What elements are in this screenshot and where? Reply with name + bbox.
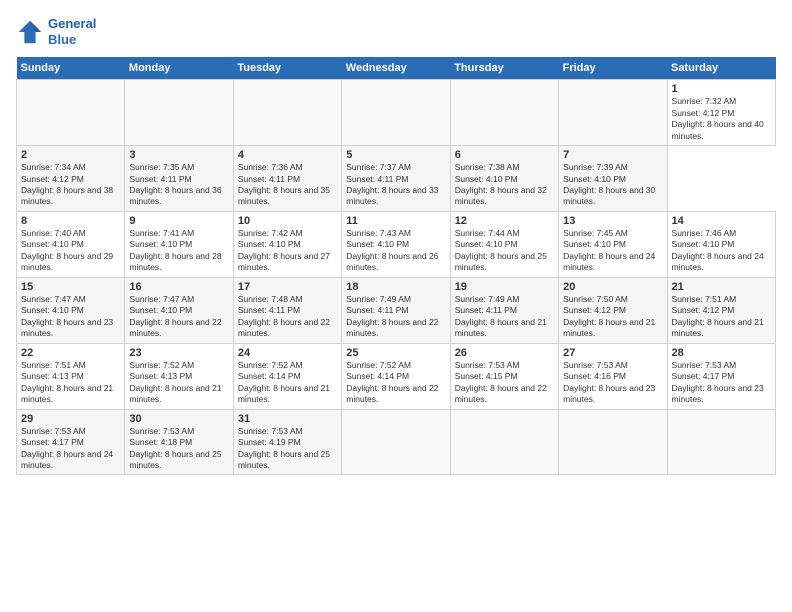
day-cell bbox=[667, 409, 775, 475]
day-cell: 15Sunrise: 7:47 AMSunset: 4:10 PMDayligh… bbox=[17, 277, 125, 343]
day-cell: 14Sunrise: 7:46 AMSunset: 4:10 PMDayligh… bbox=[667, 211, 775, 277]
day-cell bbox=[342, 409, 450, 475]
calendar-header-row: SundayMondayTuesdayWednesdayThursdayFrid… bbox=[17, 57, 776, 80]
logo: General Blue bbox=[16, 16, 96, 47]
day-cell: 25Sunrise: 7:52 AMSunset: 4:14 PMDayligh… bbox=[342, 343, 450, 409]
day-cell: 29Sunrise: 7:53 AMSunset: 4:17 PMDayligh… bbox=[17, 409, 125, 475]
day-cell: 13Sunrise: 7:45 AMSunset: 4:10 PMDayligh… bbox=[559, 211, 667, 277]
day-cell: 16Sunrise: 7:47 AMSunset: 4:10 PMDayligh… bbox=[125, 277, 233, 343]
day-cell: 23Sunrise: 7:52 AMSunset: 4:13 PMDayligh… bbox=[125, 343, 233, 409]
empty-cell bbox=[17, 80, 125, 146]
page-container: General Blue SundayMondayTuesdayWednesda… bbox=[0, 0, 792, 612]
logo-icon bbox=[16, 18, 44, 46]
day-cell: 24Sunrise: 7:52 AMSunset: 4:14 PMDayligh… bbox=[233, 343, 341, 409]
empty-cell bbox=[125, 80, 233, 146]
day-cell: 18Sunrise: 7:49 AMSunset: 4:11 PMDayligh… bbox=[342, 277, 450, 343]
day-cell: 3Sunrise: 7:35 AMSunset: 4:11 PMDaylight… bbox=[125, 146, 233, 212]
column-header-sunday: Sunday bbox=[17, 57, 125, 80]
day-cell: 31Sunrise: 7:53 AMSunset: 4:19 PMDayligh… bbox=[233, 409, 341, 475]
column-header-friday: Friday bbox=[559, 57, 667, 80]
calendar-table: SundayMondayTuesdayWednesdayThursdayFrid… bbox=[16, 57, 776, 475]
day-cell: 19Sunrise: 7:49 AMSunset: 4:11 PMDayligh… bbox=[450, 277, 558, 343]
calendar-week-row: 29Sunrise: 7:53 AMSunset: 4:17 PMDayligh… bbox=[17, 409, 776, 475]
empty-cell bbox=[450, 80, 558, 146]
day-cell: 30Sunrise: 7:53 AMSunset: 4:18 PMDayligh… bbox=[125, 409, 233, 475]
day-cell: 1Sunrise: 7:32 AMSunset: 4:12 PMDaylight… bbox=[667, 80, 775, 146]
column-header-saturday: Saturday bbox=[667, 57, 775, 80]
day-cell: 9Sunrise: 7:41 AMSunset: 4:10 PMDaylight… bbox=[125, 211, 233, 277]
column-header-thursday: Thursday bbox=[450, 57, 558, 80]
day-cell: 27Sunrise: 7:53 AMSunset: 4:16 PMDayligh… bbox=[559, 343, 667, 409]
column-header-wednesday: Wednesday bbox=[342, 57, 450, 80]
day-cell: 22Sunrise: 7:51 AMSunset: 4:13 PMDayligh… bbox=[17, 343, 125, 409]
day-cell: 6Sunrise: 7:38 AMSunset: 4:10 PMDaylight… bbox=[450, 146, 558, 212]
day-cell: 8Sunrise: 7:40 AMSunset: 4:10 PMDaylight… bbox=[17, 211, 125, 277]
calendar-week-row: 2Sunrise: 7:34 AMSunset: 4:12 PMDaylight… bbox=[17, 146, 776, 212]
day-cell bbox=[450, 409, 558, 475]
day-cell: 4Sunrise: 7:36 AMSunset: 4:11 PMDaylight… bbox=[233, 146, 341, 212]
header: General Blue bbox=[16, 16, 776, 47]
day-cell: 28Sunrise: 7:53 AMSunset: 4:17 PMDayligh… bbox=[667, 343, 775, 409]
day-cell: 2Sunrise: 7:34 AMSunset: 4:12 PMDaylight… bbox=[17, 146, 125, 212]
calendar-week-row: 22Sunrise: 7:51 AMSunset: 4:13 PMDayligh… bbox=[17, 343, 776, 409]
day-cell: 11Sunrise: 7:43 AMSunset: 4:10 PMDayligh… bbox=[342, 211, 450, 277]
column-header-monday: Monday bbox=[125, 57, 233, 80]
empty-cell bbox=[559, 80, 667, 146]
logo-text: General Blue bbox=[48, 16, 96, 47]
day-cell: 12Sunrise: 7:44 AMSunset: 4:10 PMDayligh… bbox=[450, 211, 558, 277]
day-cell bbox=[559, 409, 667, 475]
day-cell: 21Sunrise: 7:51 AMSunset: 4:12 PMDayligh… bbox=[667, 277, 775, 343]
day-cell: 5Sunrise: 7:37 AMSunset: 4:11 PMDaylight… bbox=[342, 146, 450, 212]
empty-cell bbox=[342, 80, 450, 146]
day-cell: 7Sunrise: 7:39 AMSunset: 4:10 PMDaylight… bbox=[559, 146, 667, 212]
day-cell: 26Sunrise: 7:53 AMSunset: 4:15 PMDayligh… bbox=[450, 343, 558, 409]
day-cell: 20Sunrise: 7:50 AMSunset: 4:12 PMDayligh… bbox=[559, 277, 667, 343]
day-cell: 10Sunrise: 7:42 AMSunset: 4:10 PMDayligh… bbox=[233, 211, 341, 277]
calendar-week-row: 15Sunrise: 7:47 AMSunset: 4:10 PMDayligh… bbox=[17, 277, 776, 343]
empty-cell bbox=[233, 80, 341, 146]
day-cell: 17Sunrise: 7:48 AMSunset: 4:11 PMDayligh… bbox=[233, 277, 341, 343]
calendar-week-row: 1Sunrise: 7:32 AMSunset: 4:12 PMDaylight… bbox=[17, 80, 776, 146]
column-header-tuesday: Tuesday bbox=[233, 57, 341, 80]
calendar-week-row: 8Sunrise: 7:40 AMSunset: 4:10 PMDaylight… bbox=[17, 211, 776, 277]
